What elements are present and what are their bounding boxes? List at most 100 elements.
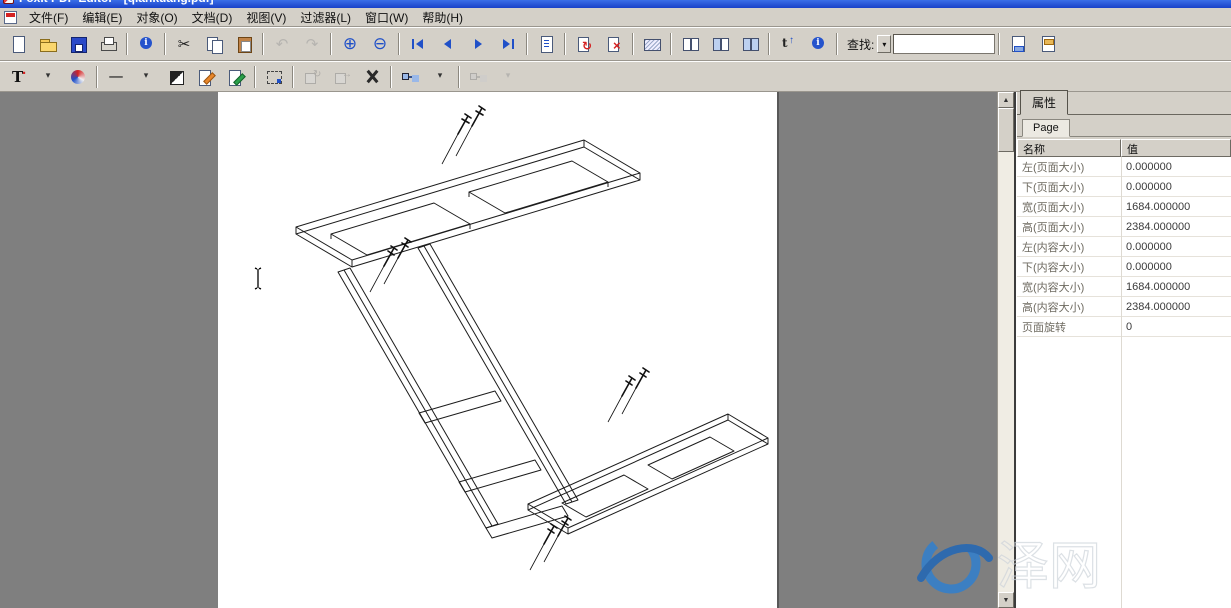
pdf-page[interactable] (218, 92, 777, 608)
save-file-button[interactable] (64, 31, 92, 57)
property-row[interactable]: 左(页面大小)0.000000 (1017, 157, 1231, 177)
node-tool-menu-button[interactable]: ▾ (426, 64, 454, 90)
path-tool-button[interactable] (464, 64, 492, 90)
menu-object[interactable]: 对象(O) (129, 7, 184, 28)
property-value: 0.000000 (1121, 261, 1231, 273)
vertical-text-button[interactable] (774, 31, 802, 57)
property-row[interactable]: 下(内容大小)0.000000 (1017, 257, 1231, 277)
paste-button[interactable] (230, 31, 258, 57)
first-page-icon (409, 35, 427, 53)
print-button[interactable] (94, 31, 122, 57)
path-tool-menu-button[interactable]: ▾ (494, 64, 522, 90)
text-tool-menu-icon: ▾ (46, 72, 51, 81)
zoom-out-button[interactable]: ⊖ (366, 31, 394, 57)
text-caret (255, 268, 261, 289)
layout-single-button[interactable] (676, 31, 704, 57)
select-area-button[interactable] (260, 64, 288, 90)
next-page-button[interactable] (464, 31, 492, 57)
property-row[interactable]: 高(页面大小)2384.000000 (1017, 217, 1231, 237)
tab-properties[interactable]: 属性 (1020, 90, 1068, 115)
line-tool-button[interactable]: — (102, 64, 130, 90)
property-value: 0.000000 (1121, 241, 1231, 253)
zoom-in-button[interactable]: ⊕ (336, 31, 364, 57)
layout-continuous-button[interactable] (736, 31, 764, 57)
line-tool-menu-button[interactable]: ▾ (132, 64, 160, 90)
search-results-button[interactable] (1034, 31, 1062, 57)
menu-view[interactable]: 视图(V) (239, 7, 293, 28)
page-setup-button[interactable] (532, 31, 560, 57)
undo-button[interactable]: ↶ (268, 31, 296, 57)
rotate-page-button[interactable] (570, 31, 598, 57)
property-row[interactable]: 左(内容大小)0.000000 (1017, 237, 1231, 257)
property-row[interactable]: 宽(页面大小)1684.000000 (1017, 197, 1231, 217)
copy-button[interactable] (200, 31, 228, 57)
menu-items: 文件(F)编辑(E)对象(O)文档(D)视图(V)过滤器(L)窗口(W)帮助(H… (22, 7, 470, 28)
edit-object-button[interactable] (192, 64, 220, 90)
transform-rotate-button[interactable] (298, 64, 326, 90)
first-page-button[interactable] (404, 31, 432, 57)
transform-scale-button[interactable] (328, 64, 356, 90)
fill-style-button[interactable] (162, 64, 190, 90)
find-input[interactable] (893, 34, 995, 54)
document-info-button[interactable] (132, 31, 160, 57)
vertical-scrollbar[interactable]: ▲ ▼ (997, 92, 1014, 608)
scroll-down-button[interactable]: ▼ (998, 592, 1014, 608)
layout-facing-button[interactable] (706, 31, 734, 57)
find-dropdown-button[interactable]: ▾ (877, 35, 891, 53)
scroll-up-button[interactable]: ▲ (998, 92, 1014, 108)
menu-document[interactable]: 文档(D) (185, 7, 240, 28)
property-row[interactable]: 页面旋转0 (1017, 317, 1231, 337)
document-canvas[interactable] (0, 92, 997, 608)
toolbar-separator (768, 33, 770, 55)
redo-button[interactable]: ↷ (298, 31, 326, 57)
node-tool-button[interactable] (396, 64, 424, 90)
color-picker-button[interactable] (64, 64, 92, 90)
text-grid-button[interactable] (638, 31, 666, 57)
tab-page[interactable]: Page (1022, 119, 1070, 137)
delete-page-button[interactable] (600, 31, 628, 57)
property-value: 0 (1121, 321, 1231, 333)
window-title: Foxit PDF Editor - [qiankuang.pdf] (19, 0, 214, 5)
scrollbar-thumb[interactable] (998, 108, 1014, 152)
open-file-button[interactable] (34, 31, 62, 57)
last-page-button[interactable] (494, 31, 522, 57)
about-icon (809, 35, 827, 53)
document-window-icon[interactable] (4, 11, 17, 24)
scrollbar-track[interactable] (998, 152, 1014, 592)
text-tool-menu-button[interactable]: ▾ (34, 64, 62, 90)
cut-button[interactable]: ✂ (170, 31, 198, 57)
title-bar[interactable]: Foxit PDF Editor - [qiankuang.pdf] (0, 0, 1231, 8)
menu-filter[interactable]: 过滤器(L) (293, 7, 358, 28)
line-tool-menu-icon: ▾ (144, 72, 149, 81)
advanced-tools-button[interactable] (358, 64, 386, 90)
property-row[interactable]: 下(页面大小)0.000000 (1017, 177, 1231, 197)
main-toolbar: ✂↶↷⊕⊖ 查找: ▾ (0, 27, 1231, 61)
menu-edit[interactable]: 编辑(E) (75, 7, 129, 28)
color-picker-icon (69, 68, 87, 86)
property-value: 0.000000 (1121, 161, 1231, 173)
new-document-button[interactable] (4, 31, 32, 57)
text-tool-button[interactable] (4, 64, 32, 90)
toolbar-separator (164, 33, 166, 55)
column-header-value[interactable]: 值 (1121, 139, 1231, 157)
property-row[interactable]: 宽(内容大小)1684.000000 (1017, 277, 1231, 297)
column-header-name[interactable]: 名称 (1017, 139, 1121, 157)
menu-help[interactable]: 帮助(H) (415, 7, 470, 28)
edit-content-button[interactable] (222, 64, 250, 90)
layout-single-icon (681, 35, 699, 53)
toolbar-separator (398, 33, 400, 55)
edit-object-icon (197, 68, 215, 86)
frame-top (296, 140, 640, 267)
property-value: 2384.000000 (1121, 221, 1231, 233)
layout-continuous-icon (741, 35, 759, 53)
property-row[interactable]: 高(内容大小)2384.000000 (1017, 297, 1231, 317)
about-button[interactable] (804, 31, 832, 57)
path-tool-icon (469, 68, 487, 86)
previous-page-button[interactable] (434, 31, 462, 57)
search-in-document-button[interactable] (1004, 31, 1032, 57)
toolbar-separator (330, 33, 332, 55)
menu-file[interactable]: 文件(F) (22, 7, 75, 28)
scroll-down-icon: ▼ (1003, 597, 1010, 604)
text-tool-icon (9, 68, 27, 86)
menu-window[interactable]: 窗口(W) (358, 7, 415, 28)
